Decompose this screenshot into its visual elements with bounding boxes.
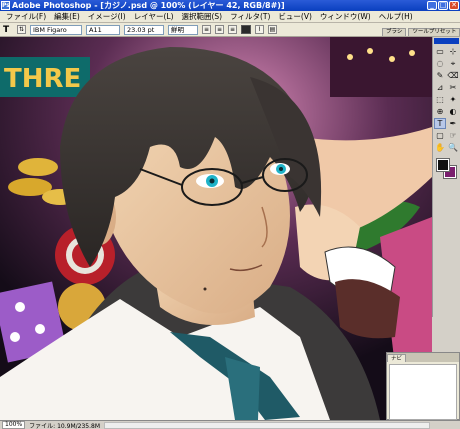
photoshop-app-icon[interactable]: Ps [1, 1, 10, 10]
dodge-tool-icon[interactable]: ◐ [447, 106, 459, 117]
status-bar: 100% ファイル: 10.9M/235.8M [0, 420, 460, 429]
maximize-button[interactable]: □ [438, 1, 448, 10]
palette-well: ブラシ ツールプリセット [382, 23, 460, 36]
palettes-toggle-icon[interactable]: ▤ [268, 25, 277, 34]
shape-tool-icon[interactable]: ▢ [434, 130, 446, 141]
palette-tab-tool-presets[interactable]: ツールプリセット [408, 28, 460, 36]
gradient-tool-icon[interactable]: ⊕ [434, 106, 446, 117]
brush-tool-icon[interactable]: ✎ [434, 70, 446, 81]
palette-tab-brushes[interactable]: ブラシ [382, 28, 407, 36]
eraser-tool-icon[interactable]: ⌫ [447, 70, 459, 81]
lasso-tool-icon[interactable]: ◌ [434, 58, 446, 69]
menu-image[interactable]: イメージ(I) [84, 11, 130, 22]
hand-tool-icon[interactable]: ✋ [434, 142, 446, 153]
foreground-color-swatch[interactable] [436, 158, 450, 172]
stamp-tool-icon[interactable]: ⬚ [434, 94, 446, 105]
window-controls: _ □ ✕ [427, 1, 459, 10]
menu-edit[interactable]: 編集(E) [50, 11, 84, 22]
font-size-select[interactable]: 23.03 pt [124, 24, 164, 35]
align-left-icon[interactable]: ≡ [202, 25, 211, 34]
menu-layer[interactable]: レイヤー(L) [130, 11, 178, 22]
zoom-level-field[interactable]: 100% [2, 421, 26, 429]
magic-wand-tool-icon[interactable]: ⌖ [447, 58, 459, 69]
document-size-info[interactable]: ファイル: 10.9M/235.8M [29, 421, 100, 429]
menu-file[interactable]: ファイル(F) [2, 11, 50, 22]
title-bar: Ps Adobe Photoshop - [カジノ.psd @ 100% (レイ… [0, 0, 460, 11]
font-style-select[interactable]: A11 [86, 24, 120, 35]
navigator-panel: ナビ [386, 352, 460, 420]
navigator-panel-tabs: ナビ [387, 353, 459, 362]
window-title: Adobe Photoshop - [カジノ.psd @ 100% (レイヤー … [12, 1, 285, 10]
marquee-tool-icon[interactable]: ▭ [434, 46, 446, 57]
font-family-select[interactable]: IBM Figaro [30, 24, 82, 35]
slice-tool-icon[interactable]: ✂ [447, 82, 459, 93]
navigator-preview[interactable] [389, 364, 457, 420]
artwork-image: THRE [0, 37, 432, 420]
tool-grid: ▭ ⊹ ◌ ⌖ ✎ ⌫ ⊿ ✂ ⬚ ✦ ⊕ ◐ T ✒ ▢ ☞ ✋ 🔍 [433, 45, 460, 154]
menu-select[interactable]: 選択範囲(S) [178, 11, 227, 22]
warp-text-icon[interactable]: ⌇ [255, 25, 264, 34]
type-tool-icon[interactable]: T [3, 25, 13, 35]
type-tool-icon-active[interactable]: T [434, 118, 446, 129]
document-canvas[interactable]: THRE [0, 37, 432, 420]
crop-tool-icon[interactable]: ⊿ [434, 82, 446, 93]
healing-tool-icon[interactable]: ✦ [447, 94, 459, 105]
menu-help[interactable]: ヘルプ(H) [375, 11, 417, 22]
menu-bar: ファイル(F) 編集(E) イメージ(I) レイヤー(L) 選択範囲(S) フィ… [0, 11, 460, 23]
text-orientation-button[interactable]: ⇅ [17, 25, 26, 34]
move-tool-icon[interactable]: ⊹ [447, 46, 459, 57]
align-center-icon[interactable]: ≡ [215, 25, 224, 34]
tab-navigator[interactable]: ナビ [387, 354, 407, 362]
pen-tool-icon[interactable]: ✒ [447, 118, 459, 129]
minimize-button[interactable]: _ [427, 1, 437, 10]
options-bar: T ⇅ IBM Figaro A11 23.03 pt 鮮明 ≡ ≡ ≡ ⌇ ▤… [0, 23, 460, 37]
horizontal-scrollbar[interactable] [104, 421, 430, 429]
tools-panel-grip[interactable] [434, 38, 459, 44]
tools-panel: ▭ ⊹ ◌ ⌖ ✎ ⌫ ⊿ ✂ ⬚ ✦ ⊕ ◐ T ✒ ▢ ☞ ✋ 🔍 [432, 37, 460, 317]
align-right-icon[interactable]: ≡ [228, 25, 237, 34]
menu-filter[interactable]: フィルタ(T) [226, 11, 274, 22]
zoom-tool-icon[interactable]: 🔍 [447, 142, 459, 153]
menu-view[interactable]: ビュー(V) [274, 11, 315, 22]
text-color-swatch[interactable] [241, 25, 251, 34]
svg-text:THRE: THRE [4, 64, 81, 94]
close-button[interactable]: ✕ [449, 1, 459, 10]
notes-tool-icon[interactable]: ☞ [447, 130, 459, 141]
antialias-select[interactable]: 鮮明 [168, 24, 198, 35]
menu-window[interactable]: ウィンドウ(W) [316, 11, 375, 22]
color-swatches [435, 157, 458, 183]
